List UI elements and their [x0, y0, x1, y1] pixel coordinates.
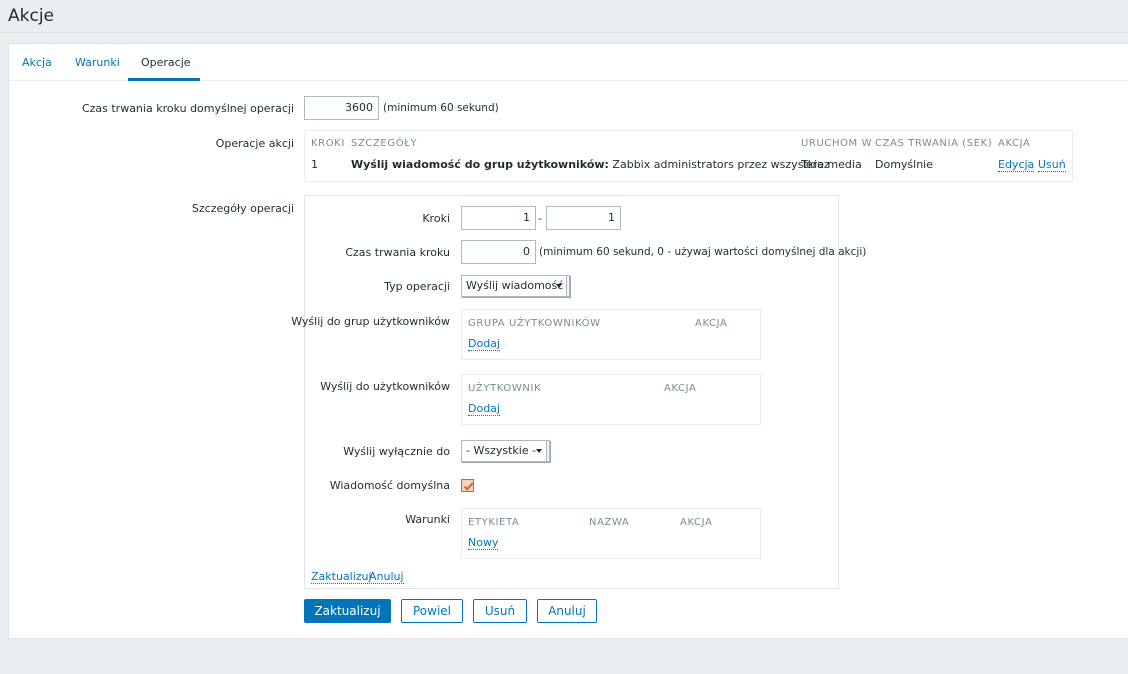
col-header-name: NAZWA [589, 517, 630, 528]
tab-warunki[interactable]: Warunki [75, 56, 120, 69]
steps-to-input[interactable]: 1 [546, 206, 621, 230]
steps-from-input[interactable]: 1 [461, 206, 536, 230]
col-header-action: AKCJA [998, 138, 1031, 149]
default-step-duration-label: Czas trwania kroku domyślnej operacji [81, 102, 294, 115]
col-header-user: UŻYTKOWNIK [468, 383, 542, 394]
operation-details-label: Szczegóły operacji [191, 202, 294, 215]
default-step-duration-hint: (minimum 60 sekund) [383, 102, 499, 114]
col-header-user-group: GRUPA UŻYTKOWNIKÓW [468, 318, 601, 329]
operation-details: Wyślij wiadomość do grup użytkowników: Z… [351, 158, 862, 171]
conditions-table: ETYKIETA NAZWA AKCJA Nowy [461, 508, 761, 559]
cancel-operation-link[interactable]: Anuluj [369, 570, 404, 584]
tab-akcja[interactable]: Akcja [22, 56, 52, 69]
select-handle [546, 441, 549, 461]
steps-dash: - [538, 212, 542, 225]
send-to-users-label: Wyślij do użytkowników [320, 380, 450, 393]
default-message-checkbox[interactable] [461, 479, 474, 492]
col-header-label: ETYKIETA [468, 517, 520, 528]
send-only-to-value: - Wszystkie - [466, 444, 537, 457]
chevron-down-icon [556, 284, 562, 288]
step-duration-label: Czas trwania kroku [345, 246, 450, 259]
title-divider [0, 32, 1128, 33]
tab-bar: Akcja Warunki Operacje [9, 44, 1128, 81]
default-message-label: Wiadomość domyślna [329, 479, 450, 492]
step-duration-input[interactable]: 0 [461, 240, 536, 264]
check-icon [463, 482, 474, 491]
operation-edit-link[interactable]: Edycja [998, 158, 1035, 172]
operation-details-type: Wyślij wiadomość do grup użytkowników: [351, 158, 609, 171]
operation-remove-link[interactable]: Usuń [1038, 158, 1066, 172]
col-header-user-action: AKCJA [664, 383, 697, 394]
cancel-button[interactable]: Anuluj [537, 599, 597, 623]
operation-type-select[interactable]: Wyślij wiadomość [461, 275, 570, 297]
col-header-details: SZCZEGÓŁY [351, 138, 418, 149]
add-user-group-link[interactable]: Dodaj [468, 337, 500, 351]
select-handle [566, 276, 569, 296]
step-duration-hint: (minimum 60 sekund, 0 - używaj wartości … [539, 246, 867, 258]
send-to-groups-table: GRUPA UŻYTKOWNIKÓW AKCJA Dodaj [461, 309, 761, 360]
default-step-duration-input[interactable]: 3600 [304, 96, 379, 120]
new-condition-link[interactable]: Nowy [468, 536, 499, 550]
steps-label: Kroki [422, 212, 450, 225]
col-header-condition-action: AKCJA [680, 517, 713, 528]
col-header-duration: CZAS TRWANIA (SEK) [875, 138, 993, 149]
send-only-to-label: Wyślij wyłącznie do [343, 445, 450, 458]
operations-label: Operacje akcji [215, 137, 294, 150]
operation-type-value: Wyślij wiadomość [466, 279, 564, 292]
operation-duration: Domyślnie [875, 158, 934, 171]
chevron-down-icon [536, 449, 542, 453]
operation-type-label: Typ operacji [384, 280, 450, 293]
operation-details-box: Kroki 1 - 1 Czas trwania kroku 0 (minimu… [291, 195, 866, 589]
send-to-groups-label: Wyślij do grup użytkowników [291, 315, 450, 328]
page-title: Akcje [8, 6, 55, 26]
delete-button[interactable]: Usuń [473, 599, 527, 623]
operations-table: KROKI SZCZEGÓŁY URUCHOM W CZAS TRWANIA (… [304, 130, 1073, 182]
add-user-link[interactable]: Dodaj [468, 402, 500, 416]
update-button[interactable]: Zaktualizuj [304, 599, 391, 623]
col-header-start-in: URUCHOM W [801, 138, 873, 149]
operation-start-in: Teraz [801, 158, 830, 171]
col-header-group-action: AKCJA [695, 318, 728, 329]
action-form-panel: Akcja Warunki Operacje Czas trwania krok… [8, 43, 1128, 639]
send-only-to-select[interactable]: - Wszystkie - [461, 440, 550, 462]
operation-step: 1 [311, 158, 318, 171]
col-header-steps: KROKI [311, 138, 345, 149]
tab-operacje[interactable]: Operacje [141, 56, 191, 69]
send-to-users-table: UŻYTKOWNIK AKCJA Dodaj [461, 374, 761, 425]
active-tab-indicator [128, 78, 200, 81]
update-operation-link[interactable]: Zaktualizuj [311, 570, 372, 584]
conditions-label: Warunki [405, 513, 450, 526]
clone-button[interactable]: Powiel [401, 599, 463, 623]
